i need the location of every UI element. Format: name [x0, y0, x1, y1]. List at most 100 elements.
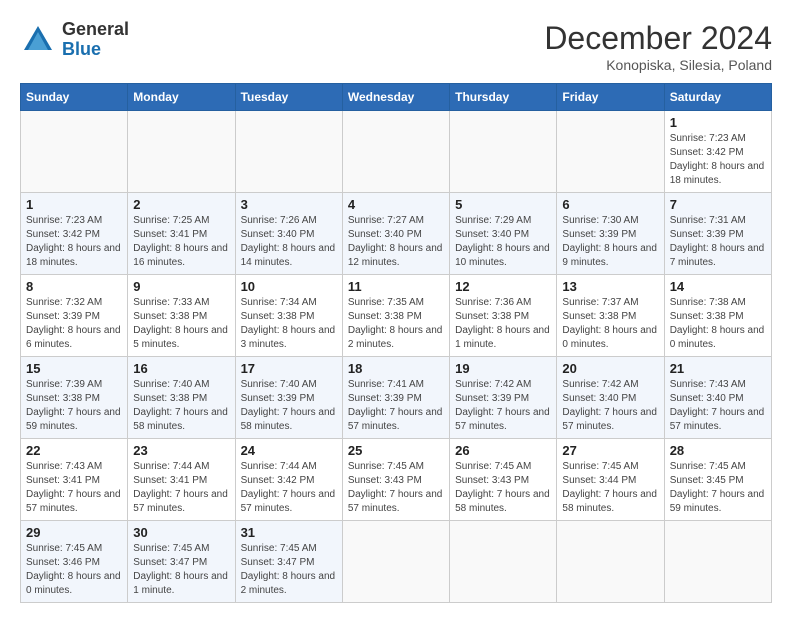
calendar-week-row: 1 Sunrise: 7:23 AMSunset: 3:42 PMDayligh… — [21, 111, 772, 193]
day-of-week-header: Saturday — [664, 84, 771, 111]
calendar-day-cell: 6 Sunrise: 7:30 AMSunset: 3:39 PMDayligh… — [557, 193, 664, 275]
day-number: 31 — [241, 525, 337, 540]
day-number: 29 — [26, 525, 122, 540]
day-number: 11 — [348, 279, 444, 294]
day-of-week-header: Thursday — [450, 84, 557, 111]
day-number: 8 — [26, 279, 122, 294]
calendar-day-cell: 26 Sunrise: 7:45 AMSunset: 3:43 PMDaylig… — [450, 439, 557, 521]
calendar-day-cell — [21, 111, 128, 193]
day-number: 30 — [133, 525, 229, 540]
calendar-day-cell: 25 Sunrise: 7:45 AMSunset: 3:43 PMDaylig… — [342, 439, 449, 521]
calendar-week-row: 22 Sunrise: 7:43 AMSunset: 3:41 PMDaylig… — [21, 439, 772, 521]
day-info: Sunrise: 7:44 AMSunset: 3:42 PMDaylight:… — [241, 460, 337, 516]
day-info: Sunrise: 7:29 AMSunset: 3:40 PMDaylight:… — [455, 214, 551, 270]
day-info: Sunrise: 7:45 AMSunset: 3:43 PMDaylight:… — [348, 460, 444, 516]
day-info: Sunrise: 7:41 AMSunset: 3:39 PMDaylight:… — [348, 378, 444, 434]
day-info: Sunrise: 7:25 AMSunset: 3:41 PMDaylight:… — [133, 214, 229, 270]
day-of-week-header: Wednesday — [342, 84, 449, 111]
day-info: Sunrise: 7:40 AMSunset: 3:38 PMDaylight:… — [133, 378, 229, 434]
day-info: Sunrise: 7:34 AMSunset: 3:38 PMDaylight:… — [241, 296, 337, 352]
calendar-day-cell — [342, 521, 449, 603]
calendar-day-cell: 18 Sunrise: 7:41 AMSunset: 3:39 PMDaylig… — [342, 357, 449, 439]
day-number: 15 — [26, 361, 122, 376]
calendar-day-cell: 8 Sunrise: 7:32 AMSunset: 3:39 PMDayligh… — [21, 275, 128, 357]
day-info: Sunrise: 7:23 AMSunset: 3:42 PMDaylight:… — [26, 214, 122, 270]
day-info: Sunrise: 7:31 AMSunset: 3:39 PMDaylight:… — [670, 214, 766, 270]
location-subtitle: Konopiska, Silesia, Poland — [544, 57, 772, 73]
day-number: 21 — [670, 361, 766, 376]
day-info: Sunrise: 7:42 AMSunset: 3:40 PMDaylight:… — [562, 378, 658, 434]
day-info: Sunrise: 7:37 AMSunset: 3:38 PMDaylight:… — [562, 296, 658, 352]
day-number: 17 — [241, 361, 337, 376]
day-number: 19 — [455, 361, 551, 376]
day-info: Sunrise: 7:39 AMSunset: 3:38 PMDaylight:… — [26, 378, 122, 434]
day-number: 7 — [670, 197, 766, 212]
day-number: 22 — [26, 443, 122, 458]
day-number: 23 — [133, 443, 229, 458]
logo-icon — [20, 22, 56, 58]
calendar-day-cell — [557, 111, 664, 193]
calendar-week-row: 8 Sunrise: 7:32 AMSunset: 3:39 PMDayligh… — [21, 275, 772, 357]
day-number: 1 — [26, 197, 122, 212]
day-number: 27 — [562, 443, 658, 458]
calendar-header-row: SundayMondayTuesdayWednesdayThursdayFrid… — [21, 84, 772, 111]
day-number: 26 — [455, 443, 551, 458]
calendar-day-cell: 22 Sunrise: 7:43 AMSunset: 3:41 PMDaylig… — [21, 439, 128, 521]
day-number: 20 — [562, 361, 658, 376]
day-number: 28 — [670, 443, 766, 458]
calendar-day-cell — [557, 521, 664, 603]
calendar-day-cell: 3 Sunrise: 7:26 AMSunset: 3:40 PMDayligh… — [235, 193, 342, 275]
day-number: 4 — [348, 197, 444, 212]
calendar-day-cell: 7 Sunrise: 7:31 AMSunset: 3:39 PMDayligh… — [664, 193, 771, 275]
day-number: 12 — [455, 279, 551, 294]
calendar-day-cell: 12 Sunrise: 7:36 AMSunset: 3:38 PMDaylig… — [450, 275, 557, 357]
day-info: Sunrise: 7:45 AMSunset: 3:47 PMDaylight:… — [241, 542, 337, 598]
day-number: 24 — [241, 443, 337, 458]
logo: General Blue — [20, 20, 129, 60]
calendar-day-cell: 4 Sunrise: 7:27 AMSunset: 3:40 PMDayligh… — [342, 193, 449, 275]
logo-blue: Blue — [62, 39, 101, 59]
calendar-day-cell: 27 Sunrise: 7:45 AMSunset: 3:44 PMDaylig… — [557, 439, 664, 521]
day-info: Sunrise: 7:45 AMSunset: 3:45 PMDaylight:… — [670, 460, 766, 516]
calendar-day-cell: 29 Sunrise: 7:45 AMSunset: 3:46 PMDaylig… — [21, 521, 128, 603]
calendar-day-cell: 1 Sunrise: 7:23 AMSunset: 3:42 PMDayligh… — [664, 111, 771, 193]
day-number: 14 — [670, 279, 766, 294]
day-info: Sunrise: 7:38 AMSunset: 3:38 PMDaylight:… — [670, 296, 766, 352]
calendar-day-cell — [342, 111, 449, 193]
day-number: 3 — [241, 197, 337, 212]
day-of-week-header: Sunday — [21, 84, 128, 111]
calendar-day-cell: 31 Sunrise: 7:45 AMSunset: 3:47 PMDaylig… — [235, 521, 342, 603]
calendar-day-cell: 9 Sunrise: 7:33 AMSunset: 3:38 PMDayligh… — [128, 275, 235, 357]
logo-text: General Blue — [62, 20, 129, 60]
day-info: Sunrise: 7:45 AMSunset: 3:46 PMDaylight:… — [26, 542, 122, 598]
calendar-day-cell — [235, 111, 342, 193]
calendar-week-row: 15 Sunrise: 7:39 AMSunset: 3:38 PMDaylig… — [21, 357, 772, 439]
day-of-week-header: Monday — [128, 84, 235, 111]
day-number: 25 — [348, 443, 444, 458]
day-info: Sunrise: 7:30 AMSunset: 3:39 PMDaylight:… — [562, 214, 658, 270]
calendar-day-cell: 15 Sunrise: 7:39 AMSunset: 3:38 PMDaylig… — [21, 357, 128, 439]
calendar-day-cell: 24 Sunrise: 7:44 AMSunset: 3:42 PMDaylig… — [235, 439, 342, 521]
calendar-week-row: 29 Sunrise: 7:45 AMSunset: 3:46 PMDaylig… — [21, 521, 772, 603]
day-info: Sunrise: 7:45 AMSunset: 3:47 PMDaylight:… — [133, 542, 229, 598]
day-info: Sunrise: 7:45 AMSunset: 3:43 PMDaylight:… — [455, 460, 551, 516]
day-info: Sunrise: 7:32 AMSunset: 3:39 PMDaylight:… — [26, 296, 122, 352]
day-info: Sunrise: 7:44 AMSunset: 3:41 PMDaylight:… — [133, 460, 229, 516]
calendar-day-cell: 23 Sunrise: 7:44 AMSunset: 3:41 PMDaylig… — [128, 439, 235, 521]
month-title: December 2024 — [544, 20, 772, 57]
calendar-day-cell — [128, 111, 235, 193]
calendar-day-cell: 30 Sunrise: 7:45 AMSunset: 3:47 PMDaylig… — [128, 521, 235, 603]
calendar-day-cell: 2 Sunrise: 7:25 AMSunset: 3:41 PMDayligh… — [128, 193, 235, 275]
day-info: Sunrise: 7:45 AMSunset: 3:44 PMDaylight:… — [562, 460, 658, 516]
day-info: Sunrise: 7:23 AMSunset: 3:42 PMDaylight:… — [670, 132, 766, 188]
calendar-day-cell — [450, 521, 557, 603]
calendar-day-cell: 14 Sunrise: 7:38 AMSunset: 3:38 PMDaylig… — [664, 275, 771, 357]
day-info: Sunrise: 7:33 AMSunset: 3:38 PMDaylight:… — [133, 296, 229, 352]
calendar-day-cell: 1 Sunrise: 7:23 AMSunset: 3:42 PMDayligh… — [21, 193, 128, 275]
day-number: 1 — [670, 115, 766, 130]
day-number: 18 — [348, 361, 444, 376]
calendar-day-cell — [450, 111, 557, 193]
day-number: 9 — [133, 279, 229, 294]
page-header: General Blue December 2024 Konopiska, Si… — [20, 20, 772, 73]
calendar-day-cell: 5 Sunrise: 7:29 AMSunset: 3:40 PMDayligh… — [450, 193, 557, 275]
